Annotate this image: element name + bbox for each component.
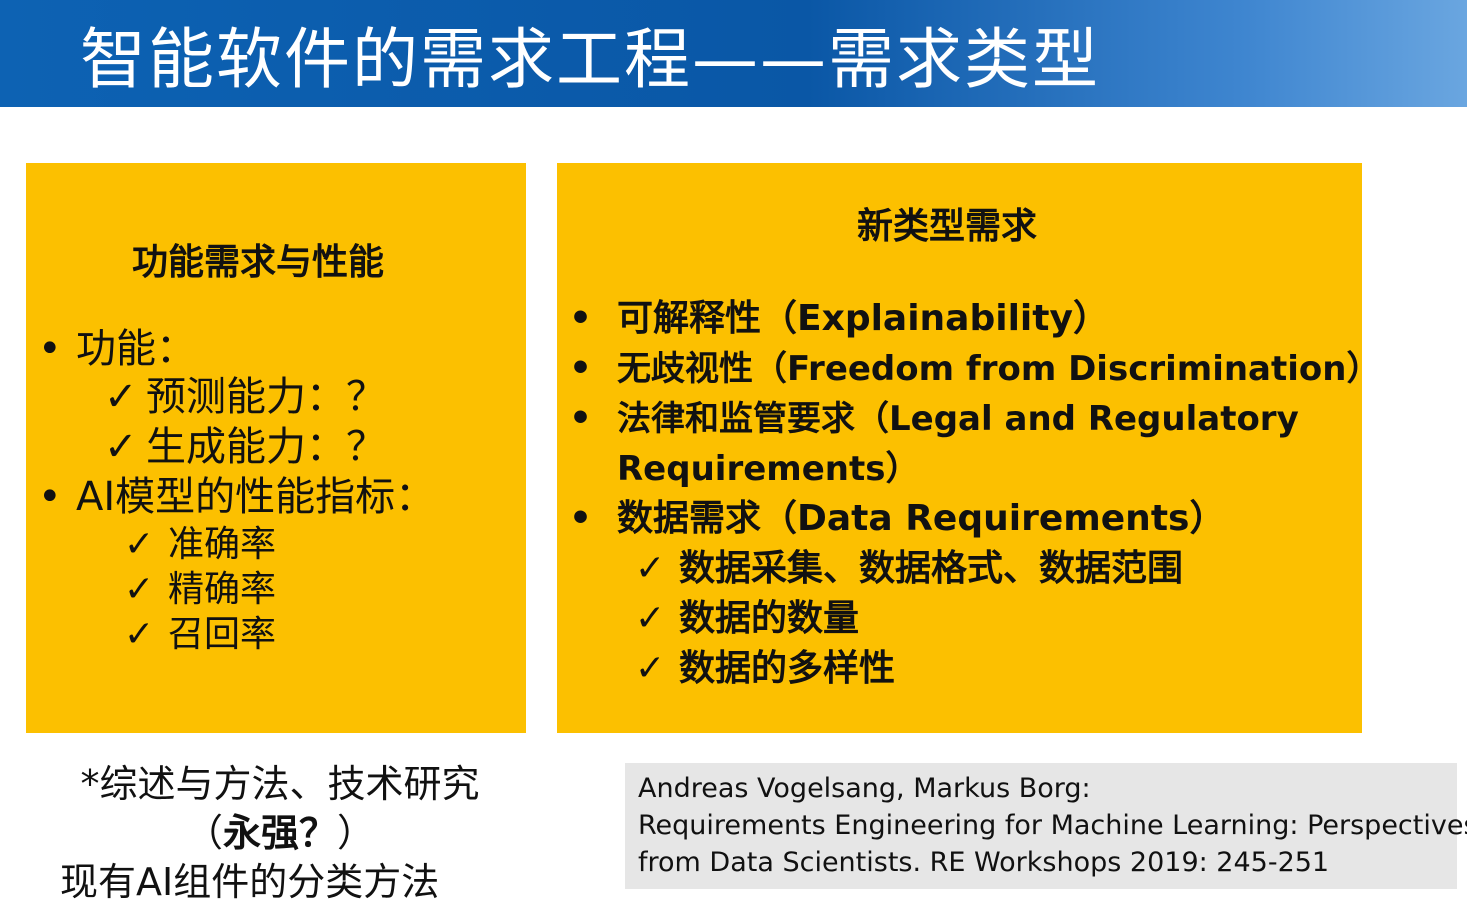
right-box-title: 新类型需求 xyxy=(857,206,1038,247)
list-item: 无歧视性（Freedom from Discrimination） xyxy=(617,349,1381,389)
list-item: 数据的多样性 xyxy=(679,648,896,689)
list-item: 法律和监管要求（Legal and Regulatory xyxy=(617,399,1299,439)
checkmark-icon: ✓ xyxy=(124,524,155,565)
list-item: 预测能力：？ xyxy=(146,374,386,420)
note-line: *综述与方法、技术研究 xyxy=(80,762,480,806)
new-requirements-box: 新类型需求 • 可解释性（Explainability） • 无歧视性（Free… xyxy=(557,163,1380,733)
bullet-icon: • xyxy=(569,498,593,539)
bullet-icon: • xyxy=(38,326,62,372)
list-item: 数据需求（Data Requirements） xyxy=(617,498,1226,539)
reference-citation: Andreas Vogelsang, Markus Borg: Requirem… xyxy=(625,763,1467,889)
left-box-title: 功能需求与性能 xyxy=(132,242,385,283)
checkmark-icon: ✓ xyxy=(104,424,138,470)
citation-authors: Andreas Vogelsang, Markus Borg: xyxy=(638,773,1091,804)
list-item: 可解释性（Explainability） xyxy=(617,298,1109,339)
citation-venue: from Data Scientists. RE Workshops 2019:… xyxy=(638,847,1330,878)
checkmark-icon: ✓ xyxy=(635,648,666,689)
list-item: 功能： xyxy=(76,326,196,372)
citation-title: Requirements Engineering for Machine Lea… xyxy=(638,810,1467,841)
list-item: 准确率 xyxy=(168,524,277,565)
bullet-icon: • xyxy=(569,348,593,389)
bullet-icon: • xyxy=(569,298,593,339)
note-paren-open: （ xyxy=(184,811,223,855)
list-item-continuation: Requirements） xyxy=(617,449,920,489)
list-item: 数据的数量 xyxy=(679,598,860,639)
bullet-icon: • xyxy=(569,398,593,439)
list-item: 精确率 xyxy=(168,569,277,610)
survey-note: *综述与方法、技术研究 （永强？） 现有AI组件的分类方法 xyxy=(0,760,560,907)
list-item: 召回率 xyxy=(168,614,277,655)
bullet-icon: • xyxy=(38,474,62,520)
page-title: 智能软件的需求工程——需求类型 xyxy=(80,21,1100,98)
note-line: 现有AI组件的分类方法 xyxy=(60,860,440,904)
checkmark-icon: ✓ xyxy=(124,614,155,655)
note-paren-close: ） xyxy=(337,811,376,855)
list-item: 生成能力：？ xyxy=(146,424,386,470)
note-author: 永强？ xyxy=(222,811,337,855)
functional-requirements-box: 功能需求与性能 • 功能： ✓ 预测能力：？ ✓ 生成能力：？ • AI模型的性… xyxy=(26,163,526,733)
note-line: （永强？） xyxy=(0,809,560,858)
checkmark-icon: ✓ xyxy=(104,374,138,420)
list-item: 数据采集、数据格式、数据范围 xyxy=(679,548,1184,589)
header-bar: 智能软件的需求工程——需求类型 xyxy=(0,0,1467,107)
checkmark-icon: ✓ xyxy=(635,598,666,639)
checkmark-icon: ✓ xyxy=(124,569,155,610)
checkmark-icon: ✓ xyxy=(635,548,666,589)
list-item: AI模型的性能指标： xyxy=(76,474,436,520)
